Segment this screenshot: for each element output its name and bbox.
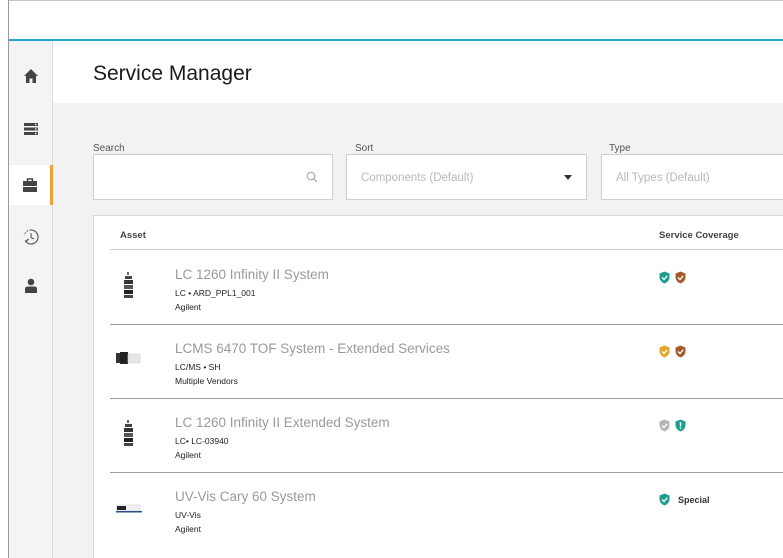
coverage-label: Special bbox=[678, 494, 710, 505]
lcms-system-image bbox=[116, 352, 141, 364]
asset-vendor: Agilent bbox=[175, 450, 201, 460]
column-header-coverage: Service Coverage bbox=[659, 230, 739, 241]
search-label: Search bbox=[93, 143, 125, 154]
lc-tower-image bbox=[124, 420, 133, 446]
table-row[interactable]: LC 1260 Infinity II Extended System LC• … bbox=[94, 399, 783, 473]
asset-id: LC • ARD_PPL1_001 bbox=[175, 288, 256, 298]
top-bar bbox=[9, 0, 783, 41]
asset-vendor: Agilent bbox=[175, 524, 201, 534]
asset-name-link[interactable]: LCMS 6470 TOF System - Extended Services bbox=[175, 341, 450, 356]
page-title: Service Manager bbox=[93, 62, 252, 85]
coverage-badges: Special bbox=[659, 493, 710, 506]
service-body: Search Sort Components (Default) Type Al… bbox=[53, 103, 783, 558]
table-row[interactable]: LCMS 6470 TOF System - Extended Services… bbox=[94, 325, 783, 399]
asset-id: LC• LC-03940 bbox=[175, 436, 229, 446]
coverage-badges bbox=[659, 345, 686, 358]
asset-vendor: Multiple Vendors bbox=[175, 376, 238, 386]
sidebar-item-service[interactable] bbox=[9, 165, 53, 205]
shield-check-icon[interactable] bbox=[659, 345, 670, 358]
lc-tower-image bbox=[124, 272, 133, 298]
shield-check-icon[interactable] bbox=[659, 419, 670, 432]
shield-check-icon[interactable] bbox=[659, 493, 670, 506]
coverage-badges bbox=[659, 419, 686, 432]
sidebar-item-assets[interactable] bbox=[9, 109, 53, 149]
table-row[interactable]: LC 1260 Infinity II System LC • ARD_PPL1… bbox=[94, 251, 783, 325]
column-header-asset: Asset bbox=[120, 230, 146, 241]
app-window: Service Manager Search Sort Components (… bbox=[8, 0, 783, 558]
coverage-badges bbox=[659, 271, 686, 284]
history-icon bbox=[23, 229, 39, 245]
type-value: All Types (Default) bbox=[616, 172, 710, 184]
shield-alert-icon[interactable] bbox=[675, 419, 686, 432]
asset-name-link[interactable]: UV-Vis Cary 60 System bbox=[175, 489, 316, 504]
sort-label: Sort bbox=[355, 143, 374, 154]
main-content: Service Manager Search Sort Components (… bbox=[53, 41, 783, 558]
search-input[interactable] bbox=[93, 154, 333, 200]
shield-check-icon[interactable] bbox=[675, 345, 686, 358]
asset-name-link[interactable]: LC 1260 Infinity II Extended System bbox=[175, 415, 390, 430]
sort-value: Components (Default) bbox=[361, 172, 474, 184]
header-divider bbox=[110, 249, 783, 250]
page-header: Service Manager bbox=[53, 41, 783, 103]
sidebar-item-history[interactable] bbox=[9, 217, 53, 257]
shield-check-icon[interactable] bbox=[675, 271, 686, 284]
home-icon bbox=[24, 69, 38, 83]
asset-id: LC/MS • SH bbox=[175, 362, 221, 372]
asset-name-link[interactable]: LC 1260 Infinity II System bbox=[175, 267, 329, 282]
sidebar-item-home[interactable] bbox=[9, 56, 53, 96]
type-select[interactable]: All Types (Default) bbox=[601, 154, 783, 200]
uvvis-instrument-image bbox=[116, 504, 142, 513]
asset-id: UV-Vis bbox=[175, 510, 201, 520]
asset-table: Asset Service Coverage LC 1260 Infinity … bbox=[93, 215, 783, 558]
asset-vendor: Agilent bbox=[175, 302, 201, 312]
type-label: Type bbox=[609, 143, 631, 154]
table-row[interactable]: UV-Vis Cary 60 System UV-Vis Agilent Spe… bbox=[94, 473, 783, 547]
shield-check-icon[interactable] bbox=[659, 271, 670, 284]
sort-select[interactable]: Components (Default) bbox=[346, 154, 587, 200]
sidebar-item-profile[interactable] bbox=[9, 266, 53, 306]
search-icon bbox=[306, 171, 318, 183]
briefcase-icon bbox=[22, 177, 37, 192]
list-icon bbox=[24, 123, 38, 135]
chevron-down-icon bbox=[564, 175, 572, 180]
user-icon bbox=[25, 278, 37, 293]
sidebar bbox=[9, 41, 53, 558]
